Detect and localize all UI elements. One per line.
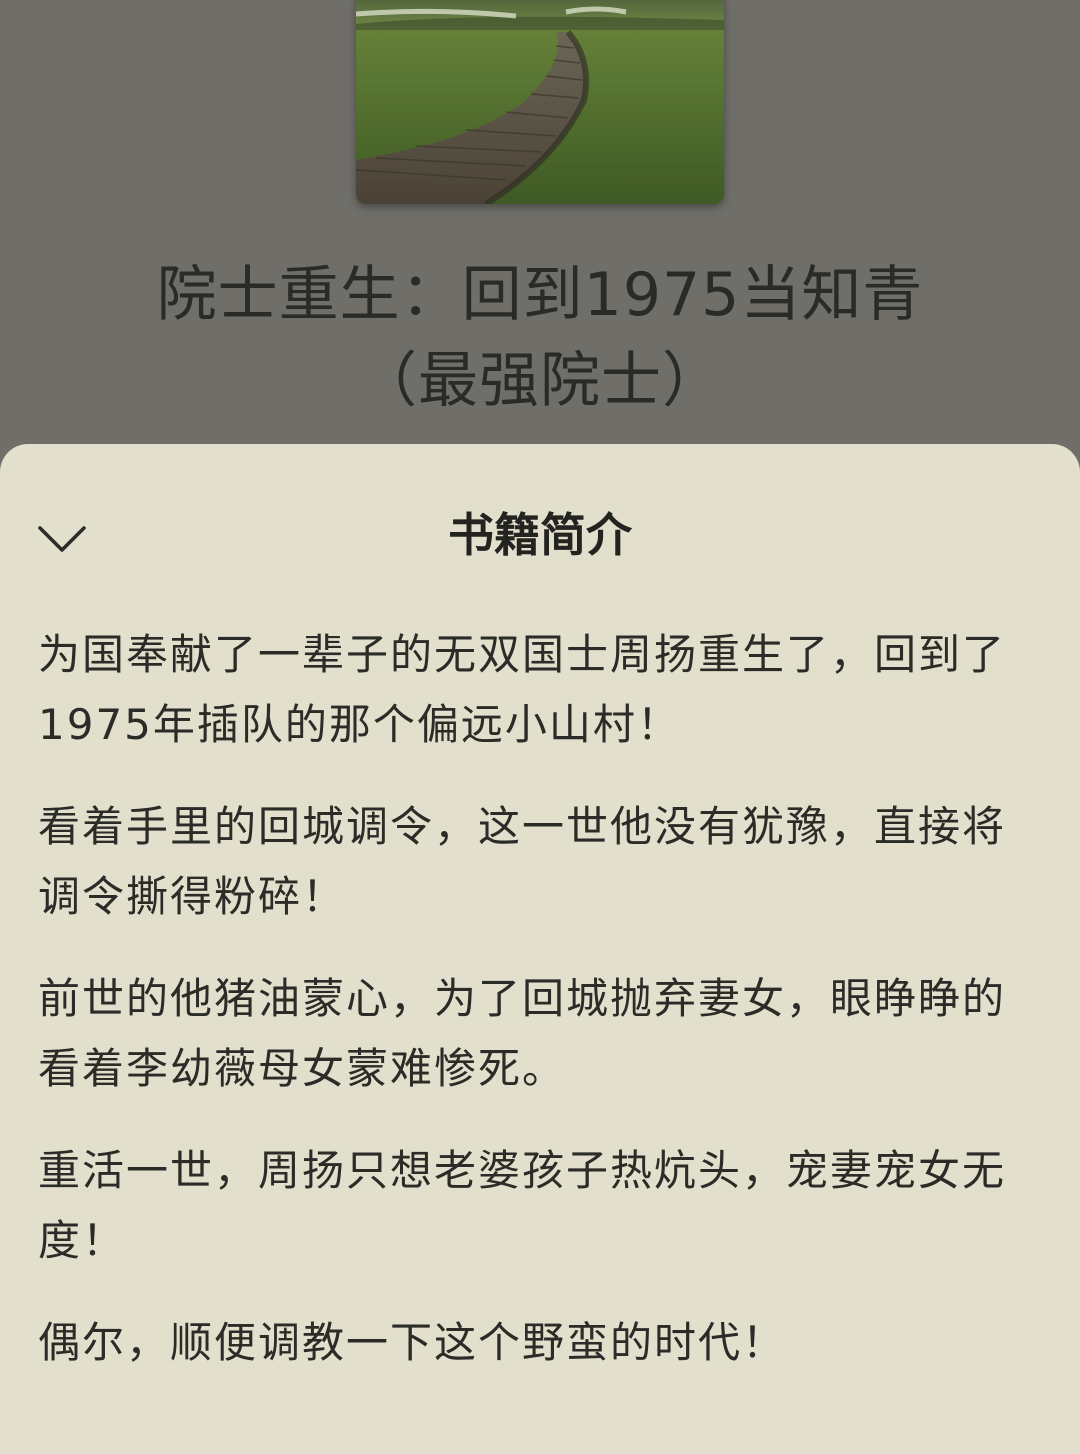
description-paragraph: 偶尔，顺便调教一下这个野蛮的时代！ [38,1318,787,1367]
book-cover-image [356,0,724,204]
description-paragraph: 前世的他猪油蒙心，为了回城抛弃妻女，眼睁睁的看着李幼薇母女蒙难惨死。 [38,974,1007,1093]
book-description: 为国奉献了一辈子的无双国士周扬重生了，回到了1975年插队的那个偏远小山村！ 看… [38,620,1038,1410]
book-title-line2: （最强院士） [357,346,723,416]
book-title: 院士重生：回到1975当知青 （最强院士） [0,252,1080,424]
description-paragraph: 重活一世，周扬只想老婆孩子热炕头，宠妻宠女无度！ [38,1146,1007,1265]
book-title-line1: 院士重生：回到1975当知青 [156,260,924,330]
sheet-title: 书籍简介 [448,508,632,562]
description-paragraph: 为国奉献了一辈子的无双国士周扬重生了，回到了1975年插队的那个偏远小山村！ [38,630,1007,749]
description-paragraph: 看着手里的回城调令，这一世他没有犹豫，直接将调令撕得粉碎！ [38,802,1007,921]
